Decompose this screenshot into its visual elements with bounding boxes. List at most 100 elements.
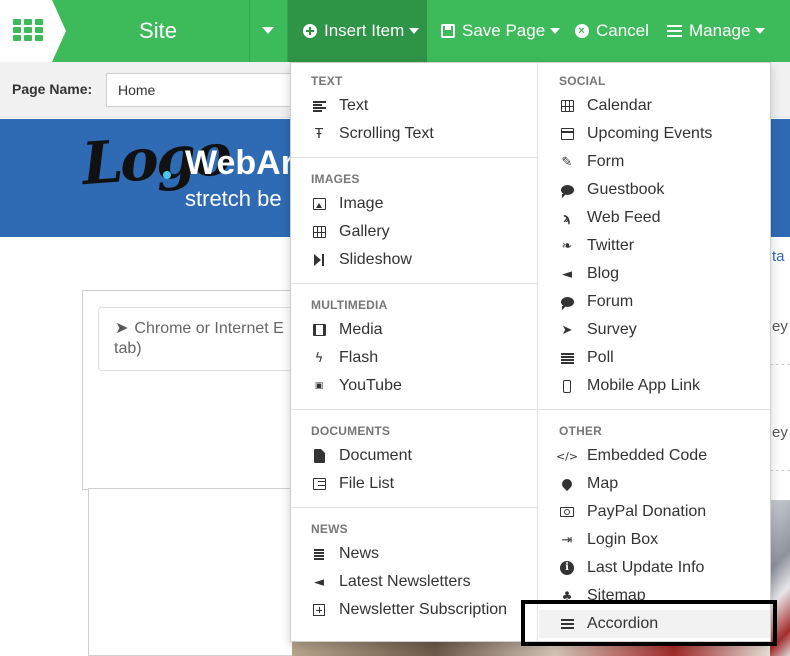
- section-title-documents: DOCUMENTS: [311, 424, 391, 438]
- caret-down-icon: [755, 28, 766, 34]
- section-title-social: SOCIAL: [559, 74, 606, 88]
- list-box-icon: [311, 476, 327, 492]
- menu-item-login-box[interactable]: ⇥ Login Box: [539, 526, 770, 554]
- info-circle-icon: i: [559, 560, 575, 576]
- divider: [770, 364, 790, 365]
- divider: [291, 507, 537, 508]
- site-menu-label[interactable]: Site: [70, 0, 246, 62]
- site-dropdown-button[interactable]: [250, 0, 287, 62]
- content-block-lower[interactable]: [88, 488, 297, 656]
- menu-item-label: Guestbook: [587, 181, 665, 198]
- menu-item-flash[interactable]: ϟ Flash: [291, 344, 537, 372]
- menu-item-label: Forum: [587, 293, 634, 310]
- menu-item-label: Embedded Code: [587, 447, 708, 464]
- section-title-text: TEXT: [311, 74, 343, 88]
- menu-item-blog[interactable]: ◄ Blog: [539, 260, 770, 288]
- save-page-button[interactable]: Save Page: [440, 0, 561, 62]
- site-editor: Logo WebAr stretch be ➤ Chrome or Interne…: [0, 0, 790, 656]
- edge-text: ey: [772, 424, 788, 441]
- site-tagline: stretch be: [185, 186, 282, 211]
- menu-item-file-list[interactable]: File List: [291, 470, 537, 498]
- menu-item-label: File List: [339, 475, 395, 492]
- menu-item-label: Mobile App Link: [587, 377, 700, 394]
- film-icon: [311, 322, 327, 338]
- menu-item-guestbook[interactable]: Guestbook: [539, 176, 770, 204]
- cancel-button[interactable]: × Cancel: [574, 0, 649, 62]
- manage-button[interactable]: Manage: [667, 0, 766, 62]
- caret-down-icon: [550, 28, 561, 34]
- news-icon: [311, 546, 327, 562]
- menu-item-newsletter-subscription[interactable]: Newsletter Subscription: [291, 596, 537, 624]
- photo: [770, 500, 790, 656]
- menu-item-label: Poll: [587, 349, 614, 366]
- menu-item-text[interactable]: Text: [291, 92, 537, 120]
- insert-item-menu: TEXT Text Ŧ Scrolling Text IMAGES Image …: [290, 62, 771, 642]
- edge-link[interactable]: ta: [772, 248, 785, 265]
- menu-item-slideshow[interactable]: Slideshow: [291, 246, 537, 274]
- manage-label: Manage: [689, 21, 751, 40]
- menu-item-label: YouTube: [339, 377, 402, 394]
- bullhorn-icon: ◄: [562, 266, 572, 282]
- calendar-icon: [559, 126, 575, 142]
- menu-item-upcoming-events[interactable]: Upcoming Events: [539, 120, 770, 148]
- calendar-grid-icon: [559, 98, 575, 114]
- menu-item-survey[interactable]: ➤ Survey: [539, 316, 770, 344]
- menu-item-label: Newsletter Subscription: [339, 601, 508, 618]
- menu-item-gallery[interactable]: Gallery: [291, 218, 537, 246]
- menu-item-label: Survey: [587, 321, 637, 338]
- menu-item-mobile-app-link[interactable]: Mobile App Link: [539, 372, 770, 400]
- menu-item-image[interactable]: Image: [291, 190, 537, 218]
- grid-icon: [13, 19, 43, 43]
- menu-item-form[interactable]: ✎ Form: [539, 148, 770, 176]
- menu-item-last-update-info[interactable]: i Last Update Info: [539, 554, 770, 582]
- menu-item-latest-newsletters[interactable]: ◄ Latest Newsletters: [291, 568, 537, 596]
- menu-item-news[interactable]: News: [291, 540, 537, 568]
- edit-form-icon: ✎: [561, 154, 573, 170]
- menu-item-label: Sitemap: [587, 587, 646, 604]
- menu-item-label: Login Box: [587, 531, 659, 548]
- cancel-label: Cancel: [596, 21, 649, 40]
- menu-item-scrolling-text[interactable]: Ŧ Scrolling Text: [291, 120, 537, 148]
- menu-item-label: Scrolling Text: [339, 125, 434, 142]
- text-type-icon: Ŧ: [315, 126, 323, 142]
- apps-grid-button[interactable]: [0, 0, 66, 62]
- comment-icon: [559, 182, 575, 198]
- divider: [770, 470, 790, 471]
- menu-item-forum[interactable]: Forum: [539, 288, 770, 316]
- page-name-input[interactable]: [106, 73, 306, 107]
- plus-square-icon: [311, 602, 327, 618]
- menu-column-right: SOCIAL Calendar Upcoming Events ✎ Form G…: [539, 63, 770, 641]
- menu-item-paypal-donation[interactable]: PayPal Donation: [539, 498, 770, 526]
- menu-item-calendar[interactable]: Calendar: [539, 92, 770, 120]
- menu-item-label: Form: [587, 153, 625, 170]
- menu-item-media[interactable]: Media: [291, 316, 537, 344]
- menu-item-label: Upcoming Events: [587, 125, 713, 142]
- save-icon: [440, 24, 455, 39]
- menu-item-label: Latest Newsletters: [339, 573, 471, 590]
- caret-down-icon: [409, 28, 420, 34]
- section-title-news: NEWS: [311, 522, 348, 536]
- menu-item-twitter[interactable]: ❧ Twitter: [539, 232, 770, 260]
- menu-item-label: Map: [587, 475, 619, 492]
- flash-icon: ϟ: [314, 350, 324, 366]
- menu-item-document[interactable]: Document: [291, 442, 537, 470]
- twitter-icon: ❧: [561, 238, 573, 254]
- poll-list-icon: [559, 350, 575, 366]
- menu-item-accordion[interactable]: Accordion: [539, 610, 770, 638]
- site-brand-name: WebAr: [185, 144, 294, 182]
- page-name-label: Page Name:: [12, 81, 93, 97]
- menu-item-map[interactable]: Map: [539, 470, 770, 498]
- section-title-other: OTHER: [559, 424, 602, 438]
- menu-lines-icon: [559, 616, 575, 632]
- menu-item-label: Twitter: [587, 237, 635, 254]
- menu-item-poll[interactable]: Poll: [539, 344, 770, 372]
- close-circle-icon: ×: [574, 24, 589, 39]
- menu-item-label: News: [339, 545, 380, 562]
- menu-item-web-feed[interactable]: ϡ Web Feed: [539, 204, 770, 232]
- table-grid-icon: [311, 224, 327, 240]
- menu-item-sitemap[interactable]: ♣ Sitemap: [539, 582, 770, 610]
- insert-item-button[interactable]: Insert Item: [288, 0, 427, 62]
- menu-item-youtube[interactable]: ▣ YouTube: [291, 372, 537, 400]
- edge-text: ey: [772, 318, 788, 335]
- menu-item-embedded-code[interactable]: </> Embedded Code: [539, 442, 770, 470]
